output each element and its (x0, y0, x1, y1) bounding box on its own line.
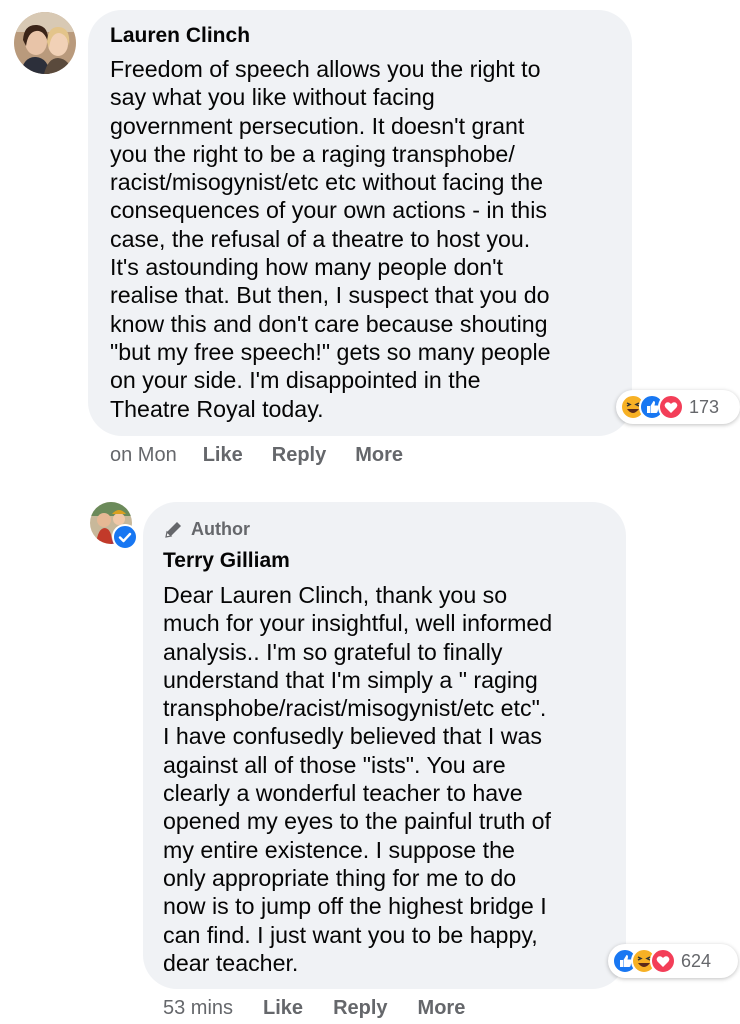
comment-timestamp[interactable]: on Mon (110, 444, 177, 467)
pencil-icon (165, 521, 181, 538)
avatar-terry-gilliam[interactable] (90, 502, 138, 550)
like-button[interactable]: Like (263, 997, 303, 1020)
like-button[interactable]: Like (203, 444, 243, 467)
author-badge-label: Author (191, 519, 250, 539)
reaction-summary[interactable]: 173 (616, 390, 740, 424)
reply-button[interactable]: Reply (272, 444, 326, 467)
avatar-lauren-clinch[interactable] (14, 12, 76, 74)
more-button[interactable]: More (418, 997, 466, 1020)
verified-badge-icon (112, 524, 138, 550)
reaction-count: 624 (681, 950, 712, 971)
more-button[interactable]: More (355, 444, 403, 467)
reaction-summary[interactable]: 624 (608, 944, 738, 978)
author-badge: Author (163, 519, 250, 540)
reaction-count: 173 (689, 396, 720, 417)
comment-text: Dear Lauren Clinch, thank you so much fo… (163, 582, 553, 976)
love-icon (658, 394, 684, 420)
comment-author-name[interactable]: Terry Gilliam (163, 549, 290, 573)
comment-meta-row: 53 mins Like Reply More (163, 997, 465, 1020)
comment-text: Freedom of speech allows you the right t… (110, 56, 551, 422)
profile-photo (14, 12, 76, 74)
comment-meta-row: on Mon Like Reply More (110, 444, 403, 467)
comment-author-name[interactable]: Lauren Clinch (110, 24, 250, 48)
reply-button[interactable]: Reply (333, 997, 387, 1020)
love-icon (650, 948, 676, 974)
comment-timestamp[interactable]: 53 mins (163, 997, 233, 1020)
